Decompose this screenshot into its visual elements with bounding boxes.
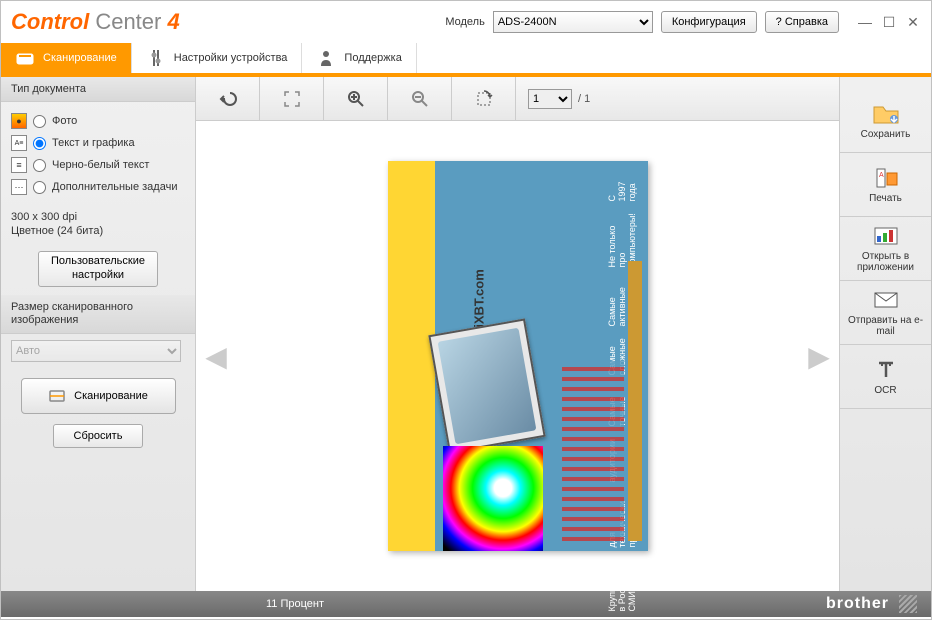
email-button[interactable]: Отправить на e-mail — [840, 281, 931, 345]
resize-grip-icon[interactable] — [899, 595, 917, 613]
doc-type-bw-text[interactable]: ≡ Черно-белый текст — [11, 154, 185, 176]
tab-device-settings[interactable]: Настройки устройства — [132, 43, 303, 73]
page-selector: 1 / 1 — [516, 77, 602, 120]
rotate-button[interactable] — [452, 77, 516, 120]
doc-type-additional[interactable]: ⋯ Дополнительные задачи — [11, 176, 185, 198]
doc-type-text-graphics[interactable]: A≡ Текст и графика — [11, 132, 185, 154]
model-select[interactable]: ADS-2400N — [493, 11, 653, 33]
next-page-arrow[interactable]: ▶ — [807, 340, 831, 372]
ocr-icon — [872, 358, 900, 382]
preview-bar-chart — [562, 361, 624, 541]
additional-icon: ⋯ — [11, 179, 27, 195]
clear-button[interactable]: Сбросить — [53, 424, 143, 448]
doc-type-header: Тип документа — [1, 77, 195, 102]
resolution-info: 300 x 300 dpi Цветное (24 бита) — [1, 206, 195, 243]
radio-bw-text[interactable] — [33, 159, 46, 172]
preview-toolbar: 1 / 1 — [196, 77, 839, 121]
close-icon[interactable]: ✕ — [905, 14, 921, 30]
ocr-label: OCR — [874, 385, 896, 396]
bullet-6: Не только про компьютеры! — [608, 213, 638, 267]
scan-size-header: Размер сканированного изображения — [1, 295, 195, 334]
logo-sub: Center — [89, 9, 161, 34]
page-total: / 1 — [578, 93, 590, 105]
open-app-icon — [872, 224, 900, 248]
preview-area: ◀ Кратко о портале iXBT.com Крупнейшее в… — [196, 121, 839, 591]
center-pane: 1 / 1 ◀ Кратко о портале iXBT.com Крупне… — [196, 77, 839, 591]
app-logo: Control Center 4 — [11, 9, 180, 35]
sidebar: Тип документа ● Фото A≡ Текст и графика … — [1, 77, 196, 591]
fit-screen-button[interactable] — [260, 77, 324, 120]
text-graphics-label: Текст и графика — [52, 137, 135, 149]
preview-phone-photo — [428, 318, 545, 453]
footer: 11 Процент brother — [1, 591, 931, 617]
prev-page-arrow[interactable]: ◀ — [204, 340, 228, 372]
model-label: Модель — [445, 16, 484, 28]
logo-num: 4 — [161, 9, 179, 34]
bullet-7: С 1997 года — [608, 181, 638, 201]
settings-icon — [146, 48, 166, 68]
open-app-button[interactable]: Открыть в приложении — [840, 217, 931, 281]
minimize-icon[interactable]: — — [857, 14, 873, 30]
preview-color-gamut — [443, 446, 543, 551]
print-button[interactable]: A Печать — [840, 153, 931, 217]
tab-scan[interactable]: Сканирование — [1, 43, 132, 73]
scan-button-label: Сканирование — [74, 390, 148, 402]
print-icon: A — [872, 166, 900, 190]
scanned-preview: Кратко о портале iXBT.com Крупнейшее в Р… — [388, 161, 648, 551]
email-icon — [872, 288, 900, 312]
bw-text-icon: ≡ — [11, 157, 27, 173]
resolution-dpi: 300 x 300 dpi — [11, 210, 185, 224]
scan-size-select[interactable]: Авто — [11, 340, 181, 362]
actions-panel: Сохранить A Печать Открыть в приложении … — [839, 77, 931, 591]
scan-icon — [15, 48, 35, 68]
radio-additional[interactable] — [33, 181, 46, 194]
brand-logo: brother — [826, 595, 889, 613]
photo-icon: ● — [11, 113, 27, 129]
maximize-icon[interactable]: ☐ — [881, 14, 897, 30]
radio-photo[interactable] — [33, 115, 46, 128]
doc-type-photo[interactable]: ● Фото — [11, 110, 185, 132]
tab-scan-label: Сканирование — [43, 52, 117, 64]
photo-label: Фото — [52, 115, 77, 127]
open-app-label: Открыть в приложении — [844, 251, 927, 273]
save-button[interactable]: Сохранить — [840, 89, 931, 153]
config-button[interactable]: Конфигурация — [661, 11, 757, 33]
status-text: 11 Процент — [266, 598, 324, 610]
tab-bar: Сканирование Настройки устройства Поддер… — [1, 43, 931, 77]
undo-button[interactable] — [196, 77, 260, 120]
resolution-color: Цветное (24 бита) — [11, 224, 185, 238]
bw-text-label: Черно-белый текст — [52, 159, 149, 171]
additional-label: Дополнительные задачи — [52, 181, 177, 193]
tab-support-label: Поддержка — [344, 52, 401, 64]
help-button[interactable]: ? Справка — [765, 11, 839, 33]
bullet-0: Крупнейшее в России СМИ — [608, 560, 638, 612]
radio-text-graphics[interactable] — [33, 137, 46, 150]
email-label: Отправить на e-mail — [844, 315, 927, 337]
preview-sidebar-stripe — [628, 261, 642, 541]
zoom-in-button[interactable] — [324, 77, 388, 120]
ocr-button[interactable]: OCR — [840, 345, 931, 409]
scan-button-icon — [48, 387, 66, 405]
tab-support[interactable]: Поддержка — [302, 43, 416, 73]
scan-button[interactable]: Сканирование — [21, 378, 176, 414]
svg-text:A: A — [879, 172, 884, 179]
help-icon: ? — [776, 16, 782, 28]
page-select[interactable]: 1 — [528, 89, 572, 109]
print-label: Печать — [869, 193, 902, 204]
tab-device-label: Настройки устройства — [174, 52, 288, 64]
header: Control Center 4 Модель ADS-2400N Конфиг… — [1, 1, 931, 43]
support-icon — [316, 48, 336, 68]
custom-settings-button[interactable]: Пользовательские настройки — [38, 251, 158, 287]
folder-save-icon — [872, 102, 900, 126]
save-label: Сохранить — [861, 129, 911, 140]
help-label: Справка — [785, 16, 828, 28]
logo-main: Control — [11, 9, 89, 34]
zoom-out-button[interactable] — [388, 77, 452, 120]
text-graphics-icon: A≡ — [11, 135, 27, 151]
